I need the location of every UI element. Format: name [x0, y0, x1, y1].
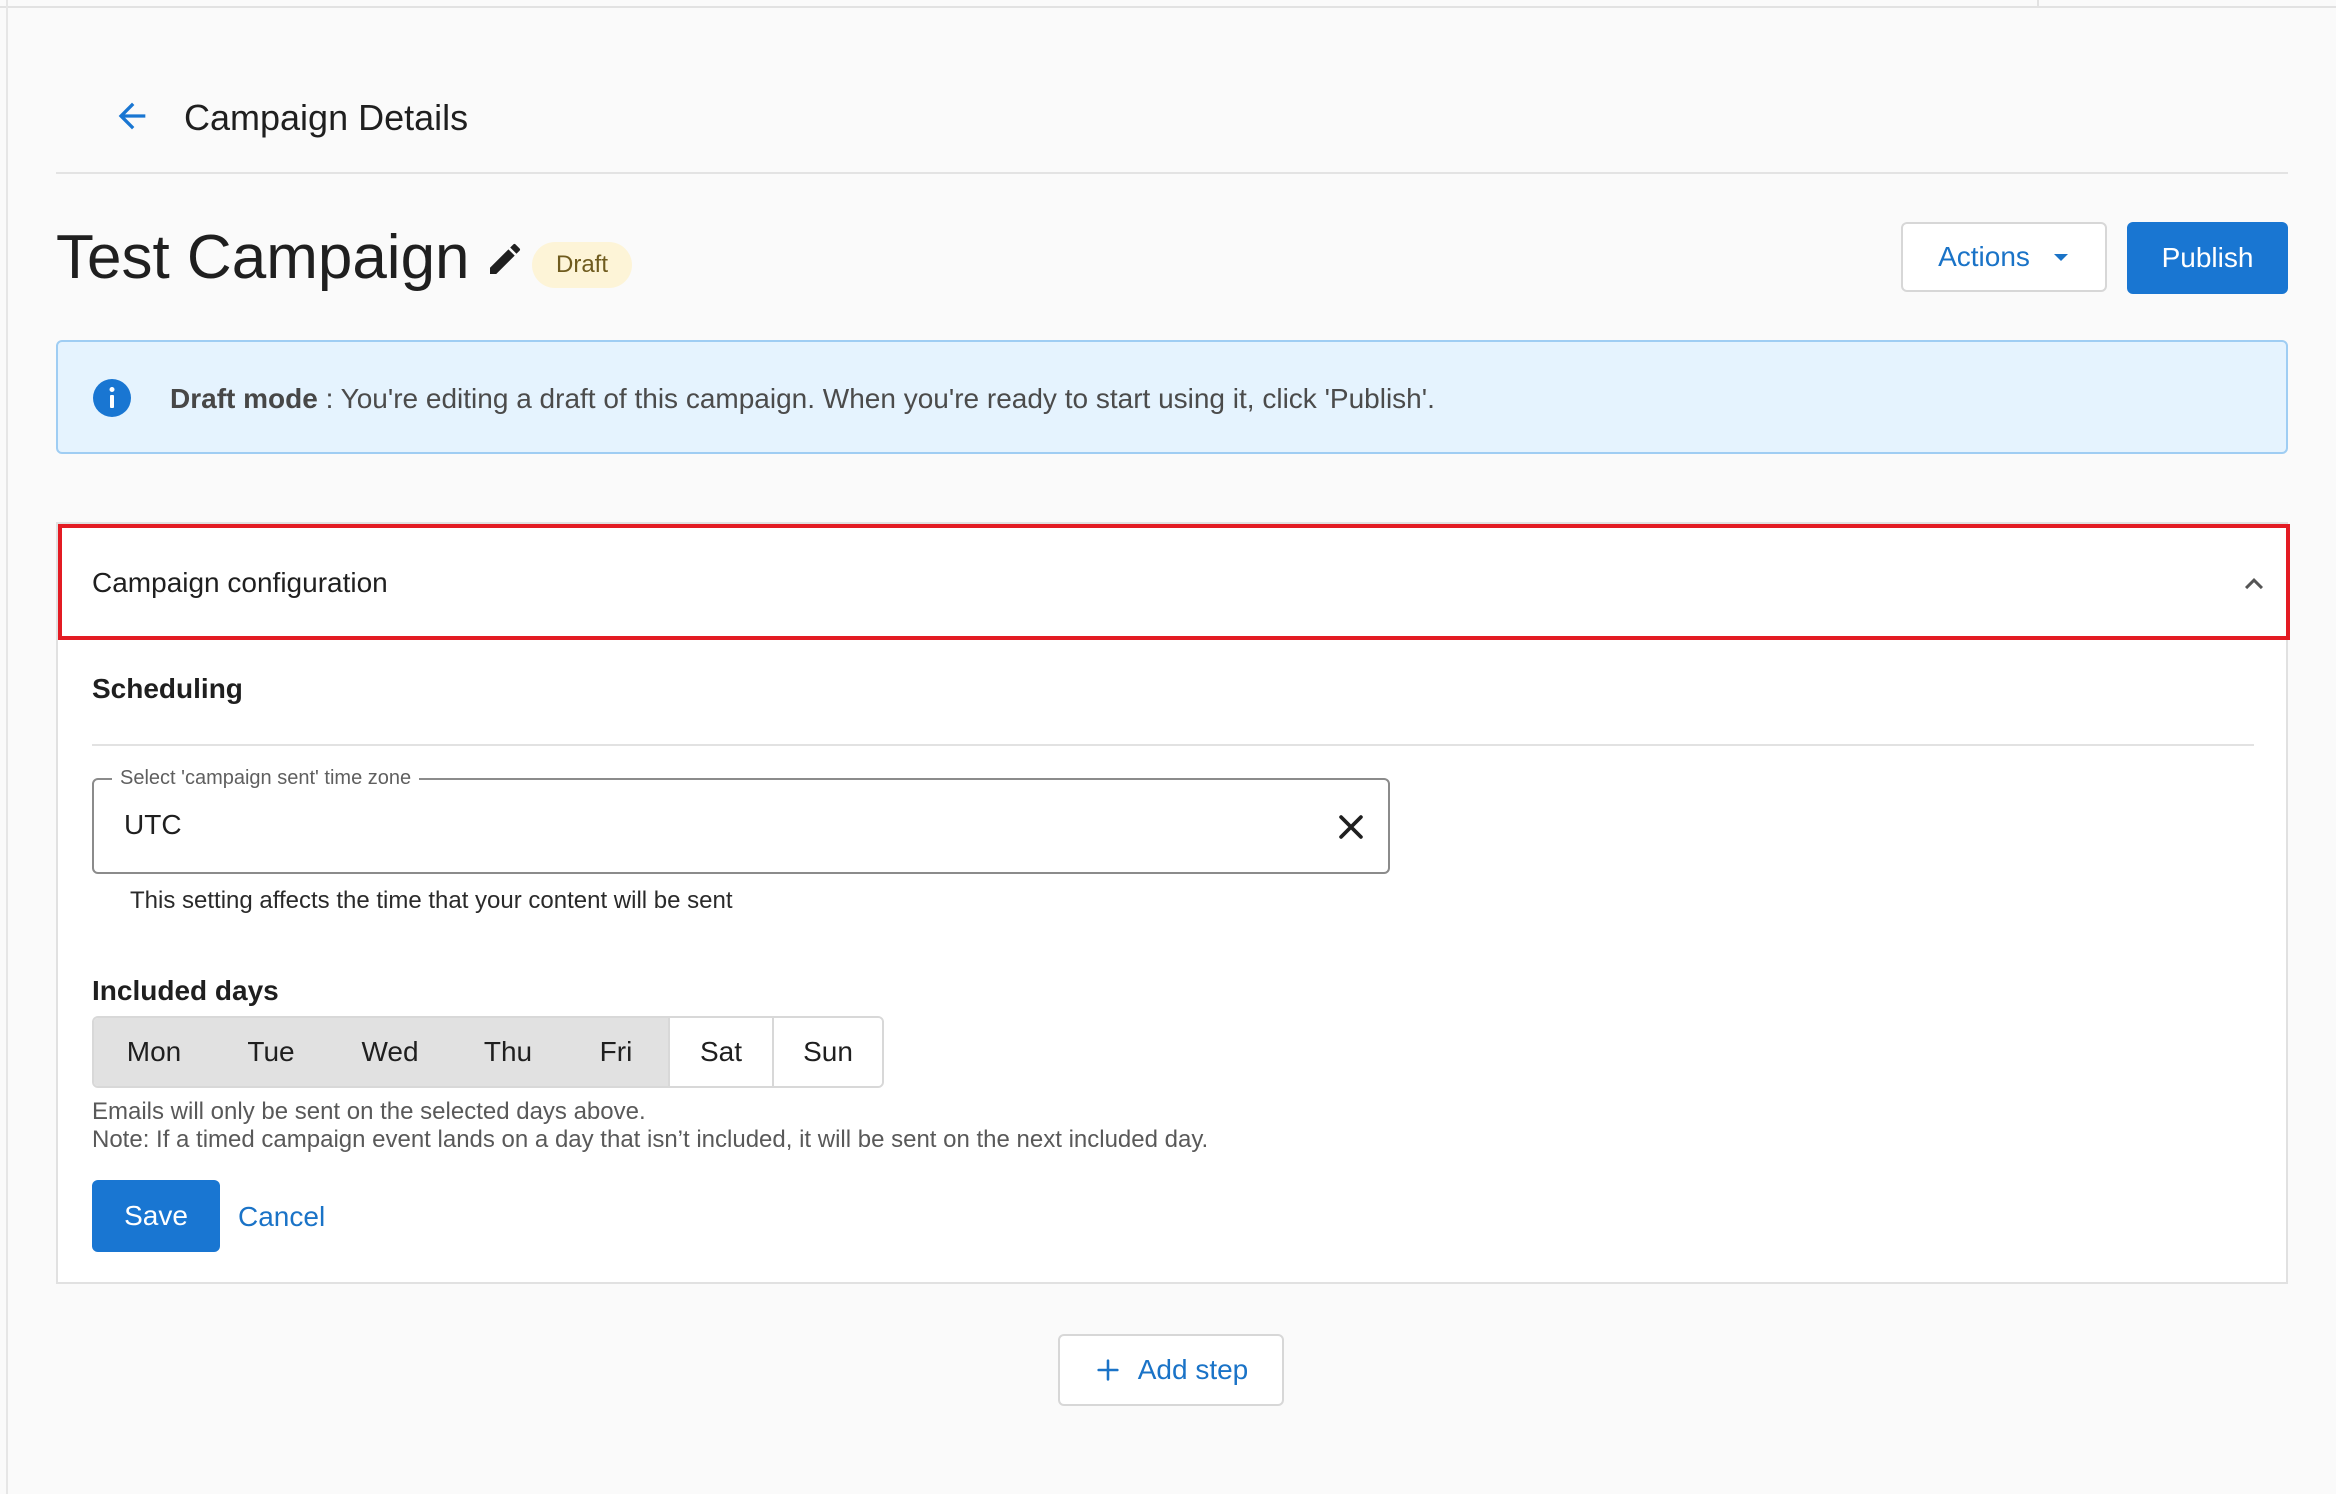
frame-top-line [0, 6, 2336, 8]
day-toggle-sat[interactable]: Sat [668, 1018, 772, 1086]
days-help-line-2: Note: If a timed campaign event lands on… [92, 1126, 1209, 1153]
timezone-field[interactable]: Select 'campaign sent' time zone UTC [92, 766, 1390, 874]
days-help-line-1: Emails will only be sent on the selected… [92, 1098, 646, 1125]
actions-dropdown-button[interactable]: Actions [1901, 222, 2107, 292]
day-toggle-tue[interactable]: Tue [214, 1018, 328, 1086]
configuration-title: Campaign configuration [92, 567, 388, 598]
campaign-title-row: Test Campaign Draft Actions Publish [56, 222, 2288, 294]
close-icon [1339, 815, 1363, 839]
save-button[interactable]: Save [92, 1180, 220, 1252]
day-toggle-thu[interactable]: Thu [452, 1018, 564, 1086]
chevron-up-icon [2245, 578, 2263, 590]
frame-marker [2037, 0, 2039, 8]
plus-icon [1097, 1359, 1119, 1381]
banner-strong-label: Draft mode [170, 383, 318, 414]
arrow-left-icon [118, 102, 146, 130]
back-button[interactable] [106, 90, 158, 142]
day-toggle-sun[interactable]: Sun [772, 1018, 882, 1086]
day-toggle-fri[interactable]: Fri [564, 1018, 668, 1086]
section-divider [92, 744, 2254, 746]
campaign-configuration-card: Campaign configuration Scheduling Select… [56, 522, 2290, 1284]
page-header: Campaign Details [56, 60, 2288, 174]
campaign-configuration-header[interactable]: Campaign configuration [58, 524, 2290, 640]
info-icon [93, 379, 131, 417]
included-days-toggle-group: Mon Tue Wed Thu Fri Sat Sun [92, 1016, 884, 1088]
actions-label: Actions [1938, 241, 2030, 272]
frame-left-line [6, 0, 8, 1494]
status-badge: Draft [532, 242, 633, 288]
publish-button[interactable]: Publish [2127, 222, 2288, 294]
pencil-icon [490, 243, 521, 274]
edit-campaign-name-button[interactable] [482, 236, 528, 282]
timezone-value: UTC [124, 809, 182, 840]
day-toggle-wed[interactable]: Wed [328, 1018, 452, 1086]
clear-timezone-button[interactable] [1330, 806, 1372, 848]
included-days-title: Included days [92, 975, 279, 1006]
cancel-button[interactable]: Cancel [238, 1200, 325, 1234]
timezone-label: Select 'campaign sent' time zone [112, 766, 420, 790]
timezone-help-text: This setting affects the time that your … [130, 887, 733, 914]
banner-message: : You're editing a draft of this campaig… [317, 383, 1435, 414]
banner-text: Draft mode : You're editing a draft of t… [170, 382, 1435, 416]
caret-down-icon [2053, 254, 2068, 261]
included-days-help: Emails will only be sent on the selected… [92, 1098, 1232, 1154]
scheduling-title: Scheduling [92, 673, 243, 704]
add-step-button[interactable]: Add step [1058, 1334, 1284, 1406]
draft-mode-banner: Draft mode : You're editing a draft of t… [56, 340, 2288, 454]
page-title: Campaign Details [184, 97, 469, 138]
day-toggle-mon[interactable]: Mon [94, 1018, 214, 1086]
campaign-name: Test Campaign [56, 223, 470, 292]
add-step-label: Add step [1137, 1354, 1249, 1385]
